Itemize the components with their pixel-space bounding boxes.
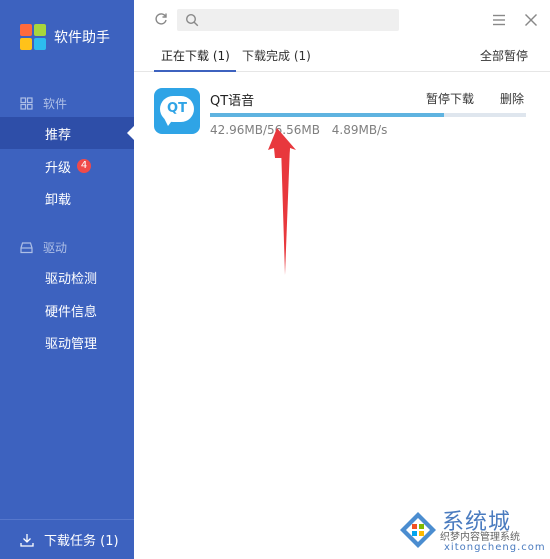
windows-logo-icon: [400, 512, 436, 548]
sidebar-item-driver-detect[interactable]: 驱动检测: [0, 261, 134, 293]
sidebar-item-label: 驱动检测: [45, 271, 98, 287]
sidebar-item-label: 卸载: [45, 192, 72, 208]
download-app-name: QT语音: [210, 94, 255, 109]
sidebar-item-label: 驱动管理: [45, 336, 98, 352]
grid-icon: [20, 97, 33, 110]
main-panel: 正在下载 (1) 下载完成 (1) 全部暂停 QT QT语音 暂停下载 删除 4…: [134, 0, 550, 559]
sidebar-item-driver-manage[interactable]: 驱动管理: [0, 326, 134, 358]
upgrade-count-badge: 4: [77, 159, 92, 173]
sidebar-item-label: 升级: [45, 160, 72, 176]
sidebar-item-label: 推荐: [45, 127, 72, 143]
section-driver: 驱动: [20, 239, 67, 256]
section-software-label: 软件: [43, 97, 68, 111]
app-title: 软件助手: [54, 30, 110, 46]
refresh-icon[interactable]: [154, 12, 168, 26]
search-input[interactable]: [205, 11, 393, 29]
watermark-subtitle: 织梦内容管理系统: [440, 532, 520, 543]
sidebar-item-upgrade[interactable]: 升级 4: [0, 150, 134, 182]
tab-bar: 正在下载 (1) 下载完成 (1) 全部暂停: [134, 44, 550, 72]
toolbar: [134, 0, 550, 40]
search-icon: [185, 13, 199, 27]
sidebar-item-uninstall[interactable]: 卸载: [0, 182, 134, 214]
app-logo: [20, 24, 46, 50]
downloaded-size: 42.96MB/56.56MB: [210, 123, 320, 137]
delete-button[interactable]: 删除: [500, 90, 524, 107]
download-progress-fill: [210, 113, 444, 117]
sidebar: 软件助手 软件 推荐 升级 4 卸载 驱动 驱动检测 硬件信息 驱动管理 下载任…: [0, 0, 134, 559]
tab-completed[interactable]: 下载完成 (1): [242, 44, 311, 72]
app-window: 软件助手 软件 推荐 升级 4 卸载 驱动 驱动检测 硬件信息 驱动管理 下载任…: [0, 0, 550, 559]
qt-voice-app-icon: QT: [154, 88, 200, 134]
site-watermark: 系统城 织梦内容管理系统 xitongcheng.com: [396, 502, 546, 556]
watermark-url: xitongcheng.com: [444, 542, 546, 553]
tab-downloading[interactable]: 正在下载 (1): [154, 44, 236, 72]
pause-all-button[interactable]: 全部暂停: [480, 44, 528, 68]
sidebar-item-label: 硬件信息: [45, 304, 98, 320]
pause-download-button[interactable]: 暂停下载: [426, 90, 474, 107]
close-icon[interactable]: [524, 13, 538, 27]
sidebar-item-recommend[interactable]: 推荐: [0, 117, 134, 149]
brand: 软件助手: [20, 24, 110, 50]
section-driver-label: 驱动: [43, 241, 68, 255]
download-progress-bar: [210, 113, 526, 117]
download-tasks-label: 下载任务 (1): [44, 534, 119, 549]
disk-icon: [20, 242, 33, 254]
hamburger-icon[interactable]: [492, 13, 506, 27]
sidebar-item-hardware-info[interactable]: 硬件信息: [0, 294, 134, 326]
search-box[interactable]: [177, 9, 399, 31]
download-tasks-button[interactable]: 下载任务 (1): [0, 519, 134, 559]
download-stats: 42.96MB/56.56MB 4.89MB/s: [210, 123, 395, 137]
download-speed: 4.89MB/s: [331, 123, 388, 137]
section-software: 软件: [20, 95, 67, 112]
download-item: QT QT语音 暂停下载 删除 42.96MB/56.56MB 4.89MB/s: [134, 78, 550, 148]
download-icon: [20, 533, 34, 547]
